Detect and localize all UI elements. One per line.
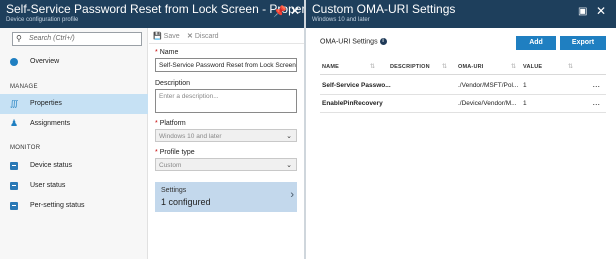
sort-icon[interactable]: ⇅: [568, 63, 573, 70]
search-icon: ⚲: [16, 34, 22, 43]
sort-icon[interactable]: ⇅: [511, 63, 516, 70]
table-row[interactable]: EnablePinRecovery ./Device/Vendor/M... 1…: [320, 96, 606, 113]
nav-item-label: Per-setting status: [30, 202, 85, 209]
nav-item-overview[interactable]: Overview: [0, 52, 148, 72]
toolbar: 💾 Save ✕ Discard: [149, 28, 304, 44]
status-icon: [10, 202, 18, 210]
chevron-down-icon: ⌄: [286, 133, 292, 140]
table-header-divider: [320, 74, 606, 75]
table-row[interactable]: Self-Service Passwo... ./Vendor/MSFT/Pol…: [320, 78, 606, 95]
users-icon: ♟: [10, 118, 19, 128]
properties-icon: ∭: [10, 99, 19, 108]
info-icon[interactable]: i: [379, 38, 387, 45]
column-header-oma-uri[interactable]: OMA-URI: [458, 64, 484, 70]
close-icon[interactable]: ✕: [596, 5, 606, 17]
sort-icon[interactable]: ⇅: [370, 63, 375, 70]
description-label: Description: [155, 80, 191, 87]
cell-value: 1: [523, 82, 527, 89]
save-label: Save: [163, 33, 180, 40]
oma-uri-settings-label: OMA-URI Settings i: [320, 38, 387, 45]
discard-label: Discard: [194, 33, 219, 40]
blade-nav-menu: ⚲ Search (Ctrl+/) Overview MANAGE ∭ Prop…: [0, 28, 148, 259]
platform-label: * Platform: [155, 120, 186, 127]
nav-item-device-status[interactable]: Device status: [0, 156, 148, 176]
info-icon: [10, 58, 18, 66]
profile-type-label: * Profile type: [155, 149, 195, 156]
platform-value: Windows 10 and later: [159, 133, 222, 140]
close-icon[interactable]: ✕: [290, 5, 300, 17]
properties-form: 💾 Save ✕ Discard * Name Self-Service Pas…: [149, 28, 304, 259]
chevron-down-icon: ⌄: [286, 162, 292, 169]
blade-subtitle: Windows 10 and later: [312, 17, 370, 23]
status-icon: [10, 162, 18, 170]
section-monitor: MONITOR: [10, 145, 41, 151]
blade-title: Custom OMA-URI Settings: [312, 2, 456, 16]
cell-name: EnablePinRecovery: [322, 100, 383, 107]
maximize-icon[interactable]: ▣: [578, 6, 587, 18]
nav-item-label: Device status: [30, 162, 73, 169]
column-header-description[interactable]: DESCRIPTION: [390, 64, 430, 70]
blade-subtitle: Device configuration profile: [6, 17, 79, 23]
nav-item-assignments[interactable]: ♟ Assignments: [0, 114, 148, 134]
settings-card[interactable]: Settings 1 configured ›: [155, 182, 297, 212]
profile-type-value: Custom: [159, 162, 182, 169]
cell-name: Self-Service Passwo...: [322, 82, 391, 89]
more-actions-icon[interactable]: ...: [592, 79, 600, 89]
save-icon: 💾: [153, 33, 162, 40]
discard-button[interactable]: ✕ Discard: [187, 32, 219, 40]
profile-type-select[interactable]: Custom ⌄: [155, 158, 297, 171]
export-button[interactable]: Export: [560, 36, 606, 50]
more-actions-icon[interactable]: ...: [592, 97, 600, 107]
platform-select[interactable]: Windows 10 and later ⌄: [155, 129, 297, 142]
oma-uri-blade: Custom OMA-URI Settings Windows 10 and l…: [306, 0, 616, 259]
nav-item-label: Assignments: [30, 120, 71, 127]
settings-label: Settings: [161, 187, 187, 194]
nav-item-label: Properties: [30, 100, 62, 107]
nav-item-label: Overview: [30, 58, 60, 65]
cell-oma-uri: ./Vendor/MSFT/Pol...: [458, 82, 519, 89]
settings-value: 1 configured: [161, 197, 211, 207]
save-button[interactable]: 💾 Save: [153, 32, 180, 40]
pin-icon[interactable]: 📌: [273, 6, 287, 18]
column-header-name[interactable]: NAME: [322, 64, 339, 70]
cell-value: 1: [523, 100, 527, 107]
chevron-right-icon: ›: [290, 189, 294, 201]
sort-icon[interactable]: ⇅: [442, 63, 447, 70]
discard-icon: ✕: [187, 33, 193, 40]
oma-uri-blade-header: Custom OMA-URI Settings Windows 10 and l…: [306, 0, 616, 28]
name-field[interactable]: Self-Service Password Reset from Lock Sc…: [155, 58, 297, 72]
properties-blade: Self-Service Password Reset from Lock Sc…: [0, 0, 324, 259]
add-button[interactable]: Add: [516, 36, 556, 50]
nav-item-label: User status: [30, 182, 66, 189]
nav-item-properties[interactable]: ∭ Properties: [0, 94, 148, 114]
properties-blade-header: Self-Service Password Reset from Lock Sc…: [0, 0, 324, 28]
description-field[interactable]: Enter a description...: [155, 89, 297, 113]
search-placeholder: Search (Ctrl+/): [29, 35, 75, 42]
search-input[interactable]: ⚲ Search (Ctrl+/): [12, 32, 142, 46]
column-header-value[interactable]: VALUE: [523, 64, 542, 70]
cell-oma-uri: ./Device/Vendor/M...: [458, 100, 517, 107]
status-icon: [10, 182, 18, 190]
section-manage: MANAGE: [10, 84, 38, 90]
name-label: * Name: [155, 49, 179, 56]
nav-item-per-setting-status[interactable]: Per-setting status: [0, 196, 148, 216]
nav-item-user-status[interactable]: User status: [0, 176, 148, 196]
